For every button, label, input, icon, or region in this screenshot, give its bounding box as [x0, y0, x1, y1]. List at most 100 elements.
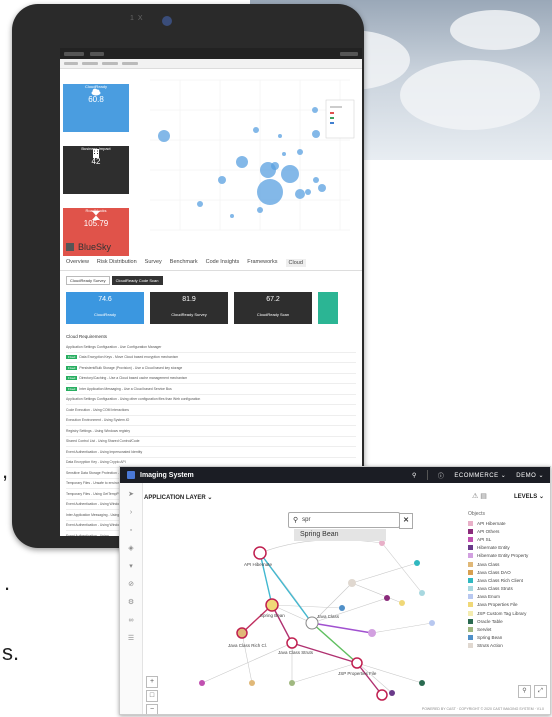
requirement-row[interactable]: Registry Settings - Using Windows regist…: [66, 426, 356, 437]
legend-swatch: [468, 643, 473, 649]
fullscreen-icon[interactable]: ⤢: [534, 685, 547, 698]
tab-benchmark[interactable]: Benchmark: [170, 259, 198, 267]
hide-icon[interactable]: ⊘: [127, 581, 135, 589]
pill-cloudready-code-scan[interactable]: CloudReady Code Scan: [111, 276, 163, 285]
pill-cloudready-survey[interactable]: CloudReady Survey: [66, 276, 110, 285]
search-icon[interactable]: ⚲: [518, 685, 531, 698]
tab-overview[interactable]: Overview: [66, 259, 89, 267]
tile-value: 105.79: [83, 219, 109, 228]
tile-business-impact[interactable]: Business Impact 42: [63, 146, 129, 194]
legend-label: API Others: [477, 528, 500, 534]
score-card-cloudready[interactable]: 74.6 CloudReady: [66, 292, 144, 324]
objects-legend: ⚠ ▤ LEVELS ⌄ Objects API Hibernate API Ot…: [464, 483, 550, 714]
score-card-survey[interactable]: 81.9 CloudReady Survey: [150, 292, 228, 324]
legend-item[interactable]: Hibernate Entity: [468, 544, 528, 552]
requirement-text: Registry Settings - Using Windows regist…: [66, 428, 131, 433]
legend-item[interactable]: Oracle Table: [468, 617, 528, 625]
legend-swatch: [468, 610, 473, 616]
legend-label: Java Class DAO: [477, 569, 511, 575]
imaging-title: Imaging System: [140, 471, 194, 479]
settings-icon[interactable]: ⚙: [127, 599, 135, 607]
tab-code-insights[interactable]: Code Insights: [206, 259, 240, 267]
close-icon[interactable]: ✕: [399, 513, 413, 529]
node-search-input[interactable]: ⚲ spr ✕: [288, 512, 413, 529]
requirement-row[interactable]: Event Authentication - Using Impersonate…: [66, 447, 356, 458]
score-label: CloudReady Scan: [256, 312, 290, 317]
comment-icon[interactable]: ▫: [127, 527, 135, 535]
legend-label: Oracle Table: [477, 618, 503, 624]
document-icon[interactable]: ▤: [480, 493, 487, 500]
legend-item[interactable]: Java Enum: [468, 593, 528, 601]
share-icon[interactable]: ∞: [127, 617, 135, 625]
tag-icon[interactable]: ◈: [127, 545, 135, 553]
requirement-text: Shared Control List - Using Shared Contr…: [66, 439, 140, 444]
tab-risk-distribution[interactable]: Risk Distribution: [97, 259, 137, 267]
legend-label: Hibernate Entity Property: [477, 553, 529, 559]
legend-item[interactable]: Java Class DAO: [468, 568, 528, 576]
tab-cloud[interactable]: Cloud: [285, 259, 306, 267]
tile-cloudready[interactable]: CloudReady 60.8: [63, 84, 129, 132]
filter-icon[interactable]: ▾: [127, 563, 135, 571]
levels-dropdown[interactable]: LEVELS ⌄: [514, 493, 544, 500]
requirement-row[interactable]: Fixed Directory/Caching - Use a Cloud bas…: [66, 374, 356, 384]
requirement-row[interactable]: Application Settings Configuration - Usi…: [66, 395, 356, 405]
legend-item[interactable]: API Hibernate: [468, 519, 528, 527]
requirement-row[interactable]: Execution Environment - Using System.IO: [66, 416, 356, 426]
legend-item[interactable]: JSP Custom Tag Library: [468, 609, 528, 617]
info-icon[interactable]: ⓘ: [438, 471, 445, 480]
legend-item[interactable]: Servlet: [468, 625, 528, 633]
legend-toolbar: ⚠ ▤: [472, 492, 487, 500]
layers-icon[interactable]: ☰: [127, 635, 135, 643]
legend-item[interactable]: Hibernate Entity Property: [468, 552, 528, 560]
legend-swatch: [468, 602, 473, 608]
requirement-row[interactable]: Fixed Persistent/Bulk Storage (Provision)…: [66, 363, 356, 374]
requirement-row[interactable]: Application Settings Configuration - Use…: [66, 342, 356, 353]
legend-item[interactable]: API Others: [468, 527, 528, 535]
legend-label: API Hibernate: [477, 520, 506, 526]
pointer-icon[interactable]: ➤: [127, 491, 135, 499]
requirement-text: Temporary Files - Using GetTempPath: [66, 491, 124, 496]
tab-frameworks[interactable]: Frameworks: [247, 259, 277, 267]
legend-item[interactable]: Java Class: [468, 560, 528, 568]
requirement-row[interactable]: Code Execution - Using COM Interactions: [66, 405, 356, 416]
legend-item[interactable]: Spring Bean: [468, 634, 528, 642]
legend-item[interactable]: Java Properties File: [468, 601, 528, 609]
requirement-row[interactable]: Shared Control List - Using Shared Contr…: [66, 437, 356, 447]
score-card-extra[interactable]: [318, 292, 338, 324]
fit-button[interactable]: □: [146, 690, 158, 702]
status-badge: Fixed: [66, 386, 78, 391]
legend-swatch: [468, 561, 473, 567]
score-label: CloudReady: [93, 312, 116, 317]
app-title: BlueSky: [60, 238, 362, 256]
zoom-in-button[interactable]: +: [146, 676, 158, 688]
app-selector-label: ECOMMERCE: [454, 472, 499, 479]
requirement-text: Inter Application Messaging - Use a Clou…: [79, 386, 172, 391]
zoom-out-button[interactable]: −: [146, 704, 158, 714]
legend-item[interactable]: API SL: [468, 535, 528, 543]
app-title-text: BlueSky: [78, 242, 112, 252]
app-selector[interactable]: ECOMMERCE ⌄: [454, 472, 506, 479]
requirement-row[interactable]: Fixed Data Encryption Keys - Move Cloud b…: [66, 353, 356, 363]
requirement-text: Code Execution - Using COM Interactions: [66, 407, 129, 412]
legend-label: API SL: [477, 536, 492, 542]
side-letter-2: .: [4, 570, 11, 595]
tab-survey[interactable]: Survey: [145, 259, 162, 267]
expand-icon[interactable]: ›: [127, 509, 135, 517]
legend-swatch: [468, 545, 473, 551]
warning-icon[interactable]: ⚠: [472, 493, 478, 500]
score-value: 81.9: [182, 296, 196, 303]
legend-item[interactable]: Java Class Rich Client: [468, 576, 528, 584]
search-suggestion[interactable]: Spring Bean: [294, 529, 386, 541]
user-menu[interactable]: DEMO ⌄: [516, 472, 544, 479]
requirement-row[interactable]: Fixed Inter Application Messaging - Use a…: [66, 384, 356, 395]
legend-swatch: [468, 577, 473, 583]
hourglass-icon: [92, 211, 100, 220]
legend-swatch: [468, 594, 473, 600]
legend-item[interactable]: Java Class Struts: [468, 585, 528, 593]
requirement-text: Event Authentication - Using Impersonate…: [66, 449, 143, 454]
legend-swatch: [468, 553, 473, 559]
search-icon[interactable]: ⚲: [412, 472, 417, 479]
legend-item[interactable]: Struts Action: [468, 642, 528, 650]
legend-label: Java Class Struts: [477, 586, 513, 592]
score-card-scan[interactable]: 67.2 CloudReady Scan: [234, 292, 312, 324]
